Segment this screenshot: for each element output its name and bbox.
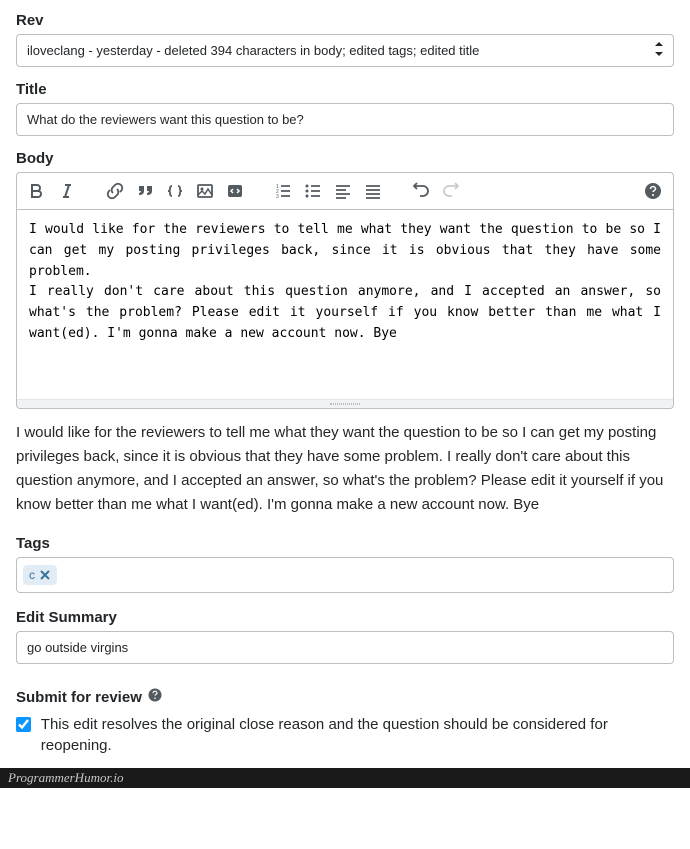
body-textarea[interactable] bbox=[17, 210, 673, 395]
ordered-list-icon[interactable]: 123 bbox=[271, 179, 295, 203]
help-icon[interactable] bbox=[148, 688, 162, 706]
rev-select[interactable]: iloveclang - yesterday - deleted 394 cha… bbox=[16, 34, 674, 67]
tags-label: Tags bbox=[16, 535, 674, 552]
unordered-list-icon[interactable] bbox=[301, 179, 325, 203]
body-label: Body bbox=[16, 150, 674, 167]
svg-text:3: 3 bbox=[276, 194, 279, 200]
undo-icon[interactable] bbox=[409, 179, 433, 203]
help-icon[interactable] bbox=[641, 179, 665, 203]
italic-icon[interactable] bbox=[55, 179, 79, 203]
align-left-icon[interactable] bbox=[331, 179, 355, 203]
resize-handle[interactable] bbox=[17, 399, 673, 408]
reopen-checkbox-label: This edit resolves the original close re… bbox=[41, 714, 674, 756]
edit-summary-label: Edit Summary bbox=[16, 609, 674, 626]
quote-icon[interactable] bbox=[133, 179, 157, 203]
editor-toolbar: 123 bbox=[16, 172, 674, 209]
body-preview: I would like for the reviewers to tell m… bbox=[16, 421, 674, 517]
align-justify-icon[interactable] bbox=[361, 179, 385, 203]
redo-icon[interactable] bbox=[439, 179, 463, 203]
title-input[interactable] bbox=[16, 103, 674, 136]
code-icon[interactable] bbox=[163, 179, 187, 203]
link-icon[interactable] bbox=[103, 179, 127, 203]
tags-input[interactable]: c bbox=[16, 557, 674, 593]
reopen-checkbox[interactable] bbox=[16, 717, 31, 732]
tag-text: c bbox=[29, 568, 35, 582]
tag-item[interactable]: c bbox=[23, 565, 57, 585]
title-label: Title bbox=[16, 81, 674, 98]
image-icon[interactable] bbox=[193, 179, 217, 203]
edit-summary-input[interactable] bbox=[16, 631, 674, 664]
bold-icon[interactable] bbox=[25, 179, 49, 203]
snippet-icon[interactable] bbox=[223, 179, 247, 203]
tag-remove-icon[interactable] bbox=[39, 569, 51, 581]
footer-watermark: ProgrammerHumor.io bbox=[0, 768, 690, 788]
rev-label: Rev bbox=[16, 12, 674, 29]
reopen-checkbox-row[interactable]: This edit resolves the original close re… bbox=[16, 714, 674, 756]
submit-label: Submit for review bbox=[16, 689, 142, 706]
